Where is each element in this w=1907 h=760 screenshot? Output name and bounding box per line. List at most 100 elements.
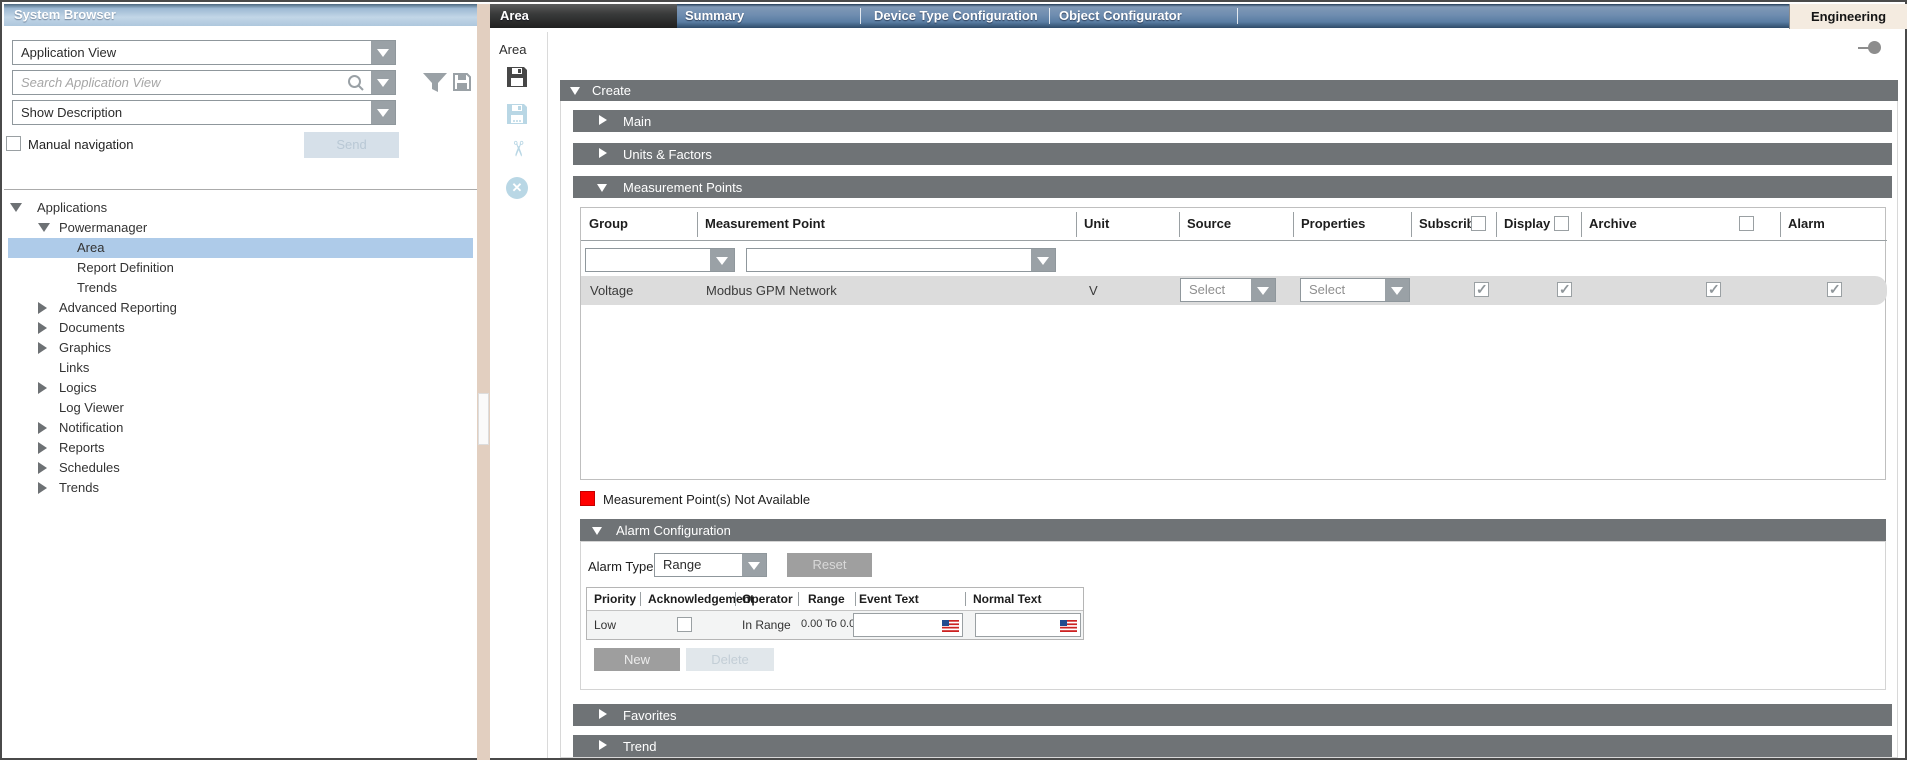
acknowledgement-checkbox[interactable] [677,617,692,632]
expander-right-icon[interactable] [599,709,607,719]
tree-item-powermanager[interactable]: Powermanager [4,218,477,238]
language-flag-icon[interactable] [1060,620,1077,632]
col-header-priority: Priority [594,592,636,606]
tab-summary[interactable]: Summary [685,8,744,23]
expander-right-icon[interactable] [38,342,47,354]
pin-icon[interactable] [1858,40,1884,56]
section-favorites[interactable]: Favorites [573,704,1892,726]
subscribe-all-checkbox[interactable] [1471,216,1486,231]
section-alarm-configuration[interactable]: Alarm Configuration [580,519,1886,541]
tab-device-type-configuration[interactable]: Device Type Configuration [874,8,1038,23]
measurement-point-filter-dropdown[interactable] [746,248,1056,272]
col-header-alarm[interactable]: Alarm [1788,216,1825,231]
expander-right-icon[interactable] [599,740,607,750]
tree-item-trends[interactable]: Trends [4,478,477,498]
source-select-dropdown[interactable]: Select [1180,278,1276,302]
expander-right-icon[interactable] [38,322,47,334]
col-header-measurement-point[interactable]: Measurement Point [705,216,825,231]
event-text-field[interactable] [853,613,963,637]
section-main[interactable]: Main [573,110,1892,132]
subscribe-checkbox[interactable] [1474,282,1489,297]
expander-right-icon[interactable] [38,442,47,454]
language-flag-icon[interactable] [942,620,959,632]
expander-down-icon[interactable] [38,223,50,232]
chevron-down-icon[interactable] [371,71,395,94]
application-window: System Browser Application View Show Des… [0,0,1907,760]
tree-item-advanced-reporting[interactable]: Advanced Reporting [4,298,477,318]
archive-checkbox[interactable] [1706,282,1721,297]
expander-down-icon[interactable] [597,184,607,192]
col-header-archive[interactable]: Archive [1589,216,1637,231]
tab-area[interactable]: Area [490,4,677,28]
expander-right-icon[interactable] [38,462,47,474]
tree-item-applications[interactable]: Applications [4,198,477,218]
manual-navigation-checkbox[interactable] [6,136,21,151]
col-header-range: Range [808,592,845,606]
tree-item-schedules[interactable]: Schedules [4,458,477,478]
chevron-down-icon[interactable] [1031,249,1055,271]
section-trend[interactable]: Trend [573,735,1892,757]
expander-down-icon[interactable] [592,527,602,535]
search-input[interactable] [13,71,345,94]
properties-select-dropdown[interactable]: Select [1300,278,1410,302]
save-icon[interactable] [506,66,528,88]
expander-right-icon[interactable] [38,302,47,314]
alarm-checkbox[interactable] [1827,282,1842,297]
display-all-checkbox[interactable] [1554,216,1569,231]
chevron-down-icon[interactable] [371,41,395,64]
new-button[interactable]: New [594,648,680,671]
tree-item-logics[interactable]: Logics [4,378,477,398]
tree-item-trends-child[interactable]: Trends [4,278,477,298]
normal-text-input[interactable] [978,616,1058,634]
col-header-properties[interactable]: Properties [1301,216,1365,231]
group-filter-dropdown[interactable] [585,248,735,272]
delete-button[interactable]: Delete [686,648,774,671]
engineering-mode-button[interactable]: Engineering [1789,4,1907,29]
filter-icon[interactable] [422,72,448,94]
expander-right-icon[interactable] [599,148,607,158]
save-filter-icon[interactable] [452,72,472,92]
tree-item-log-viewer[interactable]: Log Viewer [4,398,477,418]
section-create[interactable]: Create [560,80,1898,101]
send-button[interactable]: Send [304,132,399,158]
view-selector[interactable]: Application View [12,40,396,65]
col-header-unit[interactable]: Unit [1084,216,1109,231]
alarm-row[interactable]: Low In Range 0.00 To 0.00 [587,611,1083,639]
expander-down-icon[interactable] [10,203,22,212]
tree-item-notification[interactable]: Notification [4,418,477,438]
col-header-source[interactable]: Source [1187,216,1231,231]
tree-item-area[interactable]: Area [4,238,477,258]
chevron-down-icon[interactable] [1251,279,1275,301]
chevron-down-icon[interactable] [1385,279,1409,301]
event-text-input[interactable] [856,616,936,634]
splitter-handle[interactable] [478,393,489,445]
tab-object-configurator[interactable]: Object Configurator [1059,8,1182,23]
tree-item-documents[interactable]: Documents [4,318,477,338]
measurement-point-row[interactable]: Voltage Modbus GPM Network V Select Sele… [581,276,1887,305]
expander-right-icon[interactable] [599,115,607,125]
col-header-event-text: Event Text [859,592,919,606]
tree-item-report-definition[interactable]: Report Definition [4,258,477,278]
chevron-down-icon[interactable] [742,554,766,576]
section-units-factors[interactable]: Units & Factors [573,143,1892,165]
section-measurement-points[interactable]: Measurement Points [573,176,1892,198]
col-header-group[interactable]: Group [589,216,628,231]
col-header-display[interactable]: Display [1504,216,1550,231]
description-selector[interactable]: Show Description [12,100,396,125]
tree-item-reports[interactable]: Reports [4,438,477,458]
chevron-down-icon[interactable] [710,249,734,271]
display-checkbox[interactable] [1557,282,1572,297]
expander-right-icon[interactable] [38,482,47,494]
expander-right-icon[interactable] [38,422,47,434]
archive-all-checkbox[interactable] [1739,216,1754,231]
panel-splitter[interactable] [477,4,490,760]
expander-right-icon[interactable] [38,382,47,394]
normal-text-field[interactable] [975,613,1081,637]
chevron-down-icon[interactable] [371,101,395,124]
expander-down-icon[interactable] [570,87,580,95]
alarm-type-dropdown[interactable]: Range [654,553,767,577]
reset-button[interactable]: Reset [787,553,872,577]
tree-item-links[interactable]: Links [4,358,477,378]
search-box[interactable] [12,70,396,95]
tree-item-graphics[interactable]: Graphics [4,338,477,358]
